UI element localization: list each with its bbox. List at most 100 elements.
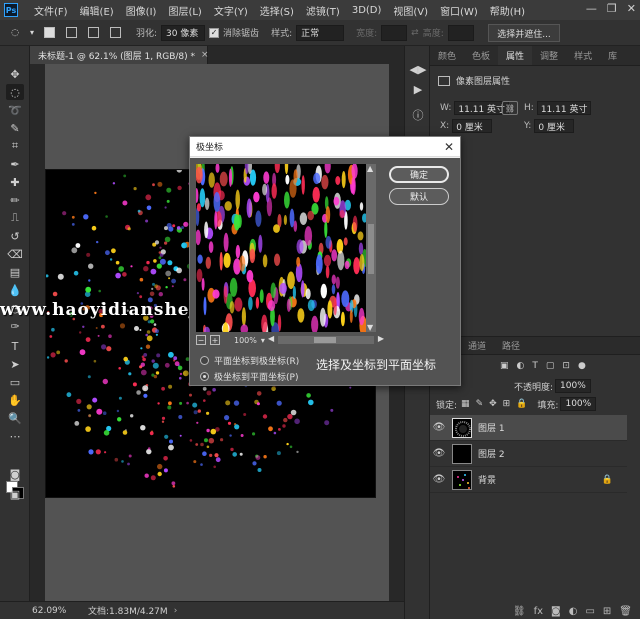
menu-view[interactable]: 视图(V): [387, 3, 434, 18]
pen-icon[interactable]: ✑: [6, 318, 24, 334]
zoom-level[interactable]: 62.09%: [32, 606, 78, 616]
zoom-out-icon[interactable]: −: [196, 335, 206, 345]
scroll-right-icon[interactable]: ▶: [378, 334, 384, 343]
link-icon[interactable]: ⛓: [502, 101, 518, 115]
new-group-icon[interactable]: ▭: [585, 606, 594, 617]
filter-preview[interactable]: [196, 164, 366, 332]
lock-paint-icon[interactable]: ✎: [476, 399, 484, 409]
tab-properties[interactable]: 属性: [498, 46, 533, 65]
w-value[interactable]: 11.11 英寸: [454, 101, 510, 115]
filter-adjust-icon[interactable]: ◐: [517, 361, 525, 371]
ok-button[interactable]: 确定: [389, 166, 449, 183]
y-value[interactable]: 0 厘米: [534, 119, 575, 133]
tab-adjustments[interactable]: 调整: [532, 46, 566, 65]
brush-icon[interactable]: ✏: [6, 192, 24, 208]
menu-image[interactable]: 图像(I): [120, 3, 163, 18]
gradient-icon[interactable]: ▤: [6, 264, 24, 280]
menu-file[interactable]: 文件(F): [28, 3, 74, 18]
option-rect-to-polar[interactable]: 平面坐标到极坐标(R): [200, 354, 299, 367]
close-icon[interactable]: ✕: [627, 2, 636, 15]
history-brush-icon[interactable]: ↺: [6, 228, 24, 244]
play-icon[interactable]: ▶: [409, 80, 427, 98]
trash-icon[interactable]: 🗑: [619, 606, 632, 617]
lock-artboard-icon[interactable]: ⊞: [503, 399, 511, 409]
scroll-thumb[interactable]: [368, 224, 374, 274]
h-value[interactable]: 11.11 英寸: [536, 101, 592, 115]
more-tools-icon[interactable]: ⋯: [6, 428, 24, 444]
swap-icon[interactable]: ⇄: [411, 28, 419, 38]
filter-shape-icon[interactable]: ▢: [546, 361, 555, 371]
scroll-thumb[interactable]: [314, 337, 336, 343]
scroll-down-icon[interactable]: ▼: [367, 323, 373, 332]
new-layer-icon[interactable]: ⊞: [603, 606, 611, 617]
option-polar-to-rect[interactable]: 极坐标到平面坐标(P): [200, 370, 298, 383]
fill-input[interactable]: 100%: [560, 397, 597, 411]
width-input[interactable]: [381, 24, 408, 41]
zoom-in-icon[interactable]: +: [210, 335, 220, 345]
minimize-icon[interactable]: —: [586, 2, 597, 15]
layer-row-2[interactable]: 👁 图层 2: [430, 441, 627, 467]
lock-all-icon[interactable]: 🔒: [516, 399, 527, 409]
info-icon[interactable]: ⓘ: [409, 106, 427, 124]
document-tab[interactable]: 未标题-1 @ 62.1% (图层 1, RGB/8) * ×: [30, 46, 209, 64]
radio-polar-to-rect[interactable]: [200, 372, 209, 381]
filter-toggle-icon[interactable]: ●: [578, 361, 586, 371]
filter-smart-icon[interactable]: ⊡: [562, 361, 570, 371]
radio-rect-to-polar[interactable]: [200, 356, 209, 365]
move-icon[interactable]: ✥: [6, 66, 24, 82]
tab-color[interactable]: 颜色: [430, 46, 464, 65]
menu-select[interactable]: 选择(S): [254, 3, 300, 18]
panel-collapse-icon[interactable]: ◀▶: [409, 60, 427, 78]
select-and-mask-button[interactable]: 选择并遮住...: [488, 24, 560, 42]
ellipse-marquee-icon[interactable]: ◌: [6, 24, 24, 42]
blur-icon[interactable]: 💧: [6, 282, 24, 298]
link-layers-icon[interactable]: ⛓: [513, 606, 526, 617]
default-button[interactable]: 默认: [389, 188, 449, 205]
preview-horizontal-scrollbar[interactable]: ◀ ▶: [268, 334, 384, 344]
new-selection-icon[interactable]: [40, 24, 58, 42]
menu-edit[interactable]: 编辑(E): [74, 3, 120, 18]
adjustment-layer-icon[interactable]: ◐: [569, 606, 578, 617]
feather-input[interactable]: 30 像素: [161, 24, 206, 41]
lock-pixels-icon[interactable]: ▦: [461, 399, 470, 409]
x-value[interactable]: 0 厘米: [452, 119, 493, 133]
eye-icon[interactable]: 👁: [430, 448, 448, 459]
filter-pixel-icon[interactable]: ▣: [500, 361, 509, 371]
path-select-icon[interactable]: ➤: [6, 356, 24, 372]
eye-icon[interactable]: 👁: [430, 474, 448, 485]
style-select[interactable]: 正常: [296, 24, 345, 41]
scroll-up-icon[interactable]: ▲: [367, 164, 373, 173]
chevron-down-icon[interactable]: ▾: [261, 336, 265, 345]
menu-3d[interactable]: 3D(D): [346, 5, 388, 16]
quick-select-icon[interactable]: ✎: [6, 120, 24, 136]
hand-icon[interactable]: ✋: [6, 392, 24, 408]
chevron-down-icon[interactable]: ▾: [28, 24, 36, 42]
quick-mask-icon[interactable]: ◙: [6, 466, 24, 482]
tab-libraries[interactable]: 库: [600, 46, 625, 65]
antialias-checkbox[interactable]: ✓: [209, 27, 220, 38]
crop-icon[interactable]: ⌗: [6, 138, 24, 154]
layer-row-1[interactable]: 👁 图层 1: [430, 415, 627, 441]
scroll-left-icon[interactable]: ◀: [268, 334, 274, 343]
close-document-icon[interactable]: ×: [201, 50, 209, 60]
eyedropper-icon[interactable]: ✒: [6, 156, 24, 172]
fx-icon[interactable]: fx: [534, 606, 543, 617]
menu-window[interactable]: 窗口(W): [434, 3, 484, 18]
healing-brush-icon[interactable]: ✚: [6, 174, 24, 190]
eraser-icon[interactable]: ⌫: [6, 246, 24, 262]
filter-type-icon[interactable]: T: [532, 361, 538, 371]
height-input[interactable]: [447, 24, 474, 41]
status-menu-icon[interactable]: ›: [174, 606, 178, 616]
screen-mode-icon[interactable]: ▣: [6, 486, 24, 502]
tab-swatches[interactable]: 色板: [464, 46, 498, 65]
clone-stamp-icon[interactable]: ⎍: [6, 210, 24, 226]
rectangle-icon[interactable]: ▭: [6, 374, 24, 390]
menu-type[interactable]: 文字(Y): [208, 3, 254, 18]
add-selection-icon[interactable]: [62, 24, 80, 42]
menu-filter[interactable]: 滤镜(T): [300, 3, 346, 18]
zoom-icon[interactable]: 🔍: [6, 410, 24, 426]
dialog-close-icon[interactable]: ✕: [444, 140, 454, 154]
marquee-icon[interactable]: ◌: [6, 84, 24, 100]
type-icon[interactable]: T: [6, 338, 24, 354]
lasso-icon[interactable]: ➰: [6, 102, 24, 118]
